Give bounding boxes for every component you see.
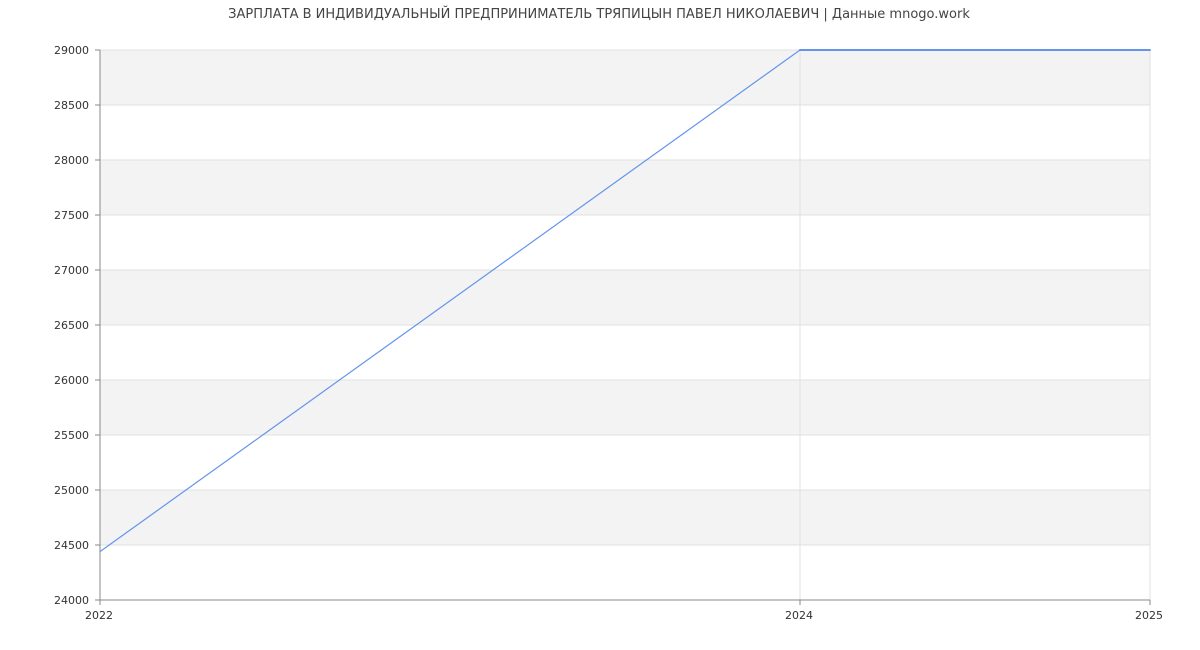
y-tick-label: 25500 [54, 429, 89, 442]
y-tick-label: 27500 [54, 209, 89, 222]
y-tick-label: 28500 [54, 99, 89, 112]
x-tick-label: 2024 [785, 609, 813, 622]
plot-band [100, 270, 1150, 325]
y-tick-label: 28000 [54, 154, 89, 167]
y-tick-label: 24000 [54, 594, 89, 607]
chart-container: ЗАРПЛАТА В ИНДИВИДУАЛЬНЫЙ ПРЕДПРИНИМАТЕЛ… [0, 0, 1200, 650]
y-tick-label: 26000 [54, 374, 89, 387]
plot-band [100, 160, 1150, 215]
x-tick-label: 2025 [1135, 609, 1163, 622]
y-tick-label: 25000 [54, 484, 89, 497]
y-tick-label: 24500 [54, 539, 89, 552]
line-chart: ЗАРПЛАТА В ИНДИВИДУАЛЬНЫЙ ПРЕДПРИНИМАТЕЛ… [54, 6, 1163, 622]
plot-band [100, 490, 1150, 545]
plot-band [100, 50, 1150, 105]
plot-band [100, 380, 1150, 435]
y-tick-label: 26500 [54, 319, 89, 332]
chart-title: ЗАРПЛАТА В ИНДИВИДУАЛЬНЫЙ ПРЕДПРИНИМАТЕЛ… [228, 6, 970, 22]
y-tick-label: 29000 [54, 44, 89, 57]
y-tick-label: 27000 [54, 264, 89, 277]
plot-bands [100, 50, 1150, 545]
x-tick-label: 2022 [85, 609, 113, 622]
